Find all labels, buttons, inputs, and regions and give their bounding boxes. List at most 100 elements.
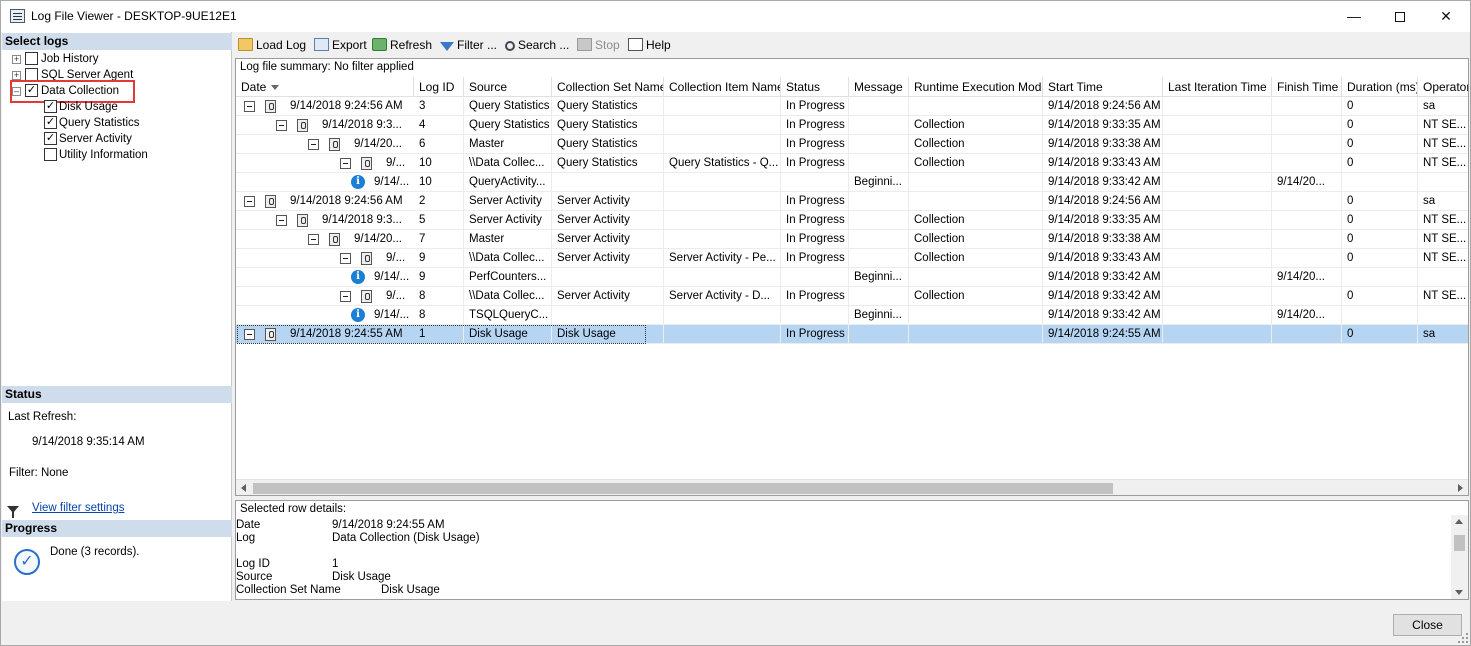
column-header[interactable]: Date bbox=[236, 77, 414, 97]
last-cell bbox=[1163, 325, 1272, 344]
minimize-button[interactable]: — bbox=[1331, 1, 1377, 32]
collapse-node-icon[interactable] bbox=[308, 234, 319, 245]
tree-item-job-history[interactable]: Job History bbox=[41, 51, 99, 67]
refresh-button[interactable]: Refresh bbox=[372, 36, 432, 54]
mode-cell bbox=[909, 97, 1043, 116]
focus-rectangle bbox=[237, 325, 646, 344]
column-header[interactable]: Collection Item Name bbox=[664, 77, 781, 97]
column-header[interactable]: Duration (ms) bbox=[1342, 77, 1418, 97]
start-cell: 9/14/2018 9:33:35 AM bbox=[1043, 211, 1163, 230]
export-button[interactable]: Export bbox=[314, 36, 367, 54]
search-button[interactable]: Search ... bbox=[505, 36, 569, 54]
expand-job-history-icon[interactable]: + bbox=[12, 55, 21, 64]
finish-cell bbox=[1272, 230, 1342, 249]
disk-usage-checkbox[interactable]: ✓ bbox=[44, 100, 57, 113]
load-log-button[interactable]: Load Log bbox=[238, 36, 306, 54]
table-row[interactable]: 9/14/2018 9:24:56 AM 3 Query Statistics Que… bbox=[236, 97, 1468, 116]
resize-grip-icon[interactable] bbox=[1458, 633, 1468, 643]
column-header[interactable]: Runtime Execution Mode bbox=[909, 77, 1043, 97]
table-row[interactable]: 9/... 8 \\Data Collec... Server Activity Ser… bbox=[236, 287, 1468, 306]
table-row[interactable]: 9/14/2018 9:3... 4 Query Statistics Query S… bbox=[236, 116, 1468, 135]
column-header[interactable]: Start Time bbox=[1043, 77, 1163, 97]
horizontal-scroll-thumb[interactable] bbox=[253, 483, 1113, 494]
collapse-node-icon[interactable] bbox=[308, 139, 319, 150]
tree-item-server-activity[interactable]: Server Activity bbox=[59, 131, 132, 147]
collapse-node-icon[interactable] bbox=[244, 101, 255, 112]
status-header: Status bbox=[2, 386, 232, 403]
log-id-cell: 7 bbox=[414, 230, 464, 249]
column-header[interactable]: Message bbox=[849, 77, 909, 97]
log-id-cell: 2 bbox=[414, 192, 464, 211]
item-cell: Server Activity - D... bbox=[664, 287, 781, 306]
collapse-node-icon[interactable] bbox=[340, 158, 351, 169]
column-header[interactable]: Finish Time bbox=[1272, 77, 1342, 97]
duration-cell: 0 bbox=[1342, 192, 1418, 211]
finish-cell bbox=[1272, 154, 1342, 173]
query-statistics-checkbox[interactable]: ✓ bbox=[44, 116, 57, 129]
operator-cell: sa bbox=[1418, 192, 1468, 211]
table-row[interactable]: 9/14/2018 9:3... 5 Server Activity Server A… bbox=[236, 211, 1468, 230]
close-button[interactable]: Close bbox=[1393, 614, 1462, 636]
column-header[interactable]: Last Iteration Time bbox=[1163, 77, 1272, 97]
scroll-right-icon[interactable] bbox=[1458, 484, 1463, 492]
start-cell: 9/14/2018 9:24:56 AM bbox=[1043, 97, 1163, 116]
scroll-left-icon[interactable] bbox=[241, 484, 246, 492]
column-header[interactable]: Collection Set Name bbox=[552, 77, 664, 97]
details-vertical-scrollbar[interactable] bbox=[1451, 515, 1468, 599]
message-cell bbox=[849, 287, 909, 306]
collapse-node-icon[interactable] bbox=[340, 253, 351, 264]
tree-item-query-statistics[interactable]: Query Statistics bbox=[59, 115, 140, 131]
view-filter-settings-link[interactable]: View filter settings bbox=[32, 502, 124, 514]
source-cell: Server Activity bbox=[464, 192, 552, 211]
detail-log-value: Data Collection (Disk Usage) bbox=[332, 532, 480, 544]
table-row[interactable]: 9/14/2018 9:24:56 AM 2 Server Activity Serv… bbox=[236, 192, 1468, 211]
table-row[interactable]: i 9/14/... 8 TSQLQueryC... Beginni... 9/14/20… bbox=[236, 306, 1468, 325]
table-row[interactable]: 9/14/2018 9:24:55 AM 1 Disk Usage Disk Usag… bbox=[236, 325, 1468, 344]
expand-sql-server-agent-icon[interactable]: + bbox=[12, 71, 21, 80]
column-header[interactable]: Source bbox=[464, 77, 552, 97]
stop-button[interactable]: Stop bbox=[577, 36, 620, 54]
item-cell bbox=[664, 192, 781, 211]
job-history-checkbox[interactable] bbox=[25, 52, 38, 65]
collapse-node-icon[interactable] bbox=[276, 215, 287, 226]
filter-button[interactable]: Filter ... bbox=[440, 36, 497, 54]
maximize-button[interactable] bbox=[1377, 1, 1423, 32]
table-row[interactable]: 9/14/20... 7 Master Server Activity In Progr… bbox=[236, 230, 1468, 249]
mode-cell bbox=[909, 325, 1043, 344]
log-entry-icon bbox=[329, 138, 340, 151]
date-cell: 9/14/20... bbox=[354, 233, 402, 245]
log-entry-icon bbox=[361, 157, 372, 170]
progress-text: Done (3 records). bbox=[50, 546, 140, 558]
utility-information-checkbox[interactable] bbox=[44, 148, 57, 161]
horizontal-scrollbar[interactable] bbox=[236, 479, 1468, 495]
table-row[interactable]: 9/... 9 \\Data Collec... Server Activity Ser… bbox=[236, 249, 1468, 268]
tree-item-disk-usage[interactable]: Disk Usage bbox=[59, 99, 118, 115]
message-cell: Beginni... bbox=[849, 173, 909, 192]
collapse-node-icon[interactable] bbox=[276, 120, 287, 131]
tree-item-utility-information[interactable]: Utility Information bbox=[59, 147, 148, 163]
date-cell: 9/14/2018 9:24:56 AM bbox=[290, 100, 403, 112]
export-icon bbox=[314, 38, 329, 51]
collapse-node-icon[interactable] bbox=[340, 291, 351, 302]
last-cell bbox=[1163, 192, 1272, 211]
finish-cell bbox=[1272, 211, 1342, 230]
table-row[interactable]: 9/14/20... 6 Master Query Statistics In Prog… bbox=[236, 135, 1468, 154]
table-row[interactable]: i 9/14/... 9 PerfCounters... Beginni... 9/14/… bbox=[236, 268, 1468, 287]
scroll-down-icon[interactable] bbox=[1455, 590, 1463, 595]
server-activity-checkbox[interactable]: ✓ bbox=[44, 132, 57, 145]
help-button[interactable]: Help bbox=[628, 36, 671, 54]
scroll-up-icon[interactable] bbox=[1455, 519, 1463, 524]
table-row[interactable]: i 9/14/... 10 QueryActivity... Beginni... 9/1… bbox=[236, 173, 1468, 192]
collapse-node-icon[interactable] bbox=[244, 196, 255, 207]
operator-cell: NT SE... bbox=[1418, 135, 1468, 154]
finish-cell bbox=[1272, 287, 1342, 306]
column-header[interactable]: Log ID bbox=[414, 77, 464, 97]
column-header[interactable]: Status bbox=[781, 77, 849, 97]
left-pane: Select logs + Job History + SQL Server A… bbox=[2, 32, 232, 601]
close-window-button[interactable]: ✕ bbox=[1423, 1, 1469, 32]
log-grid: Log file summary: No filter applied Date… bbox=[235, 58, 1469, 496]
status-cell: In Progress bbox=[781, 287, 849, 306]
vertical-scroll-thumb[interactable] bbox=[1454, 535, 1465, 551]
column-header[interactable]: Operator bbox=[1418, 77, 1468, 97]
table-row[interactable]: 9/... 10 \\Data Collec... Query Statistics Q… bbox=[236, 154, 1468, 173]
